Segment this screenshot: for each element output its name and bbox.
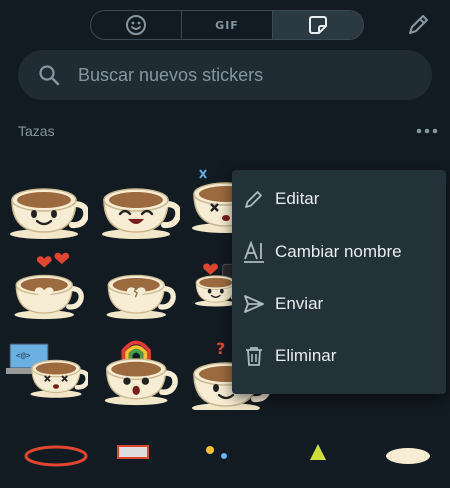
search-input[interactable] [76,63,410,87]
menu-item-label: Eliminar [275,346,337,365]
more-options-icon[interactable] [412,120,442,142]
sticker-partial-2[interactable] [108,418,192,488]
menu-item-delete[interactable]: Eliminar [232,330,446,382]
sticker-search-bar[interactable] [18,50,432,100]
sticker-partial-5[interactable] [370,418,450,488]
sticker-partial-4[interactable] [280,418,364,488]
svg-text:<@>: <@> [16,351,31,360]
tab-gif[interactable]: GIF [182,11,273,39]
pencil-icon [245,191,262,208]
menu-item-label: Enviar [275,294,324,313]
sticker-cup-heart-latte[interactable] [4,250,88,320]
tab-stickers[interactable] [273,11,363,39]
gif-label: GIF [215,18,239,32]
menu-item-edit[interactable]: Editar [232,173,446,225]
media-type-tabs: GIF [90,10,364,40]
rename-icon [244,240,264,263]
sticker-cup-laptop[interactable]: <@> [4,340,88,410]
menu-item-send[interactable]: Enviar [232,278,446,330]
sticker-partial-3[interactable] [190,418,274,488]
sticker-icon [309,16,327,34]
sticker-cup-laugh[interactable] [96,170,180,240]
sticker-cup-broken-heart[interactable] [96,250,180,320]
sticker-partial-1[interactable] [16,418,100,488]
sticker-cup-smile[interactable] [4,170,88,240]
menu-item-label: Cambiar nombre [275,242,402,261]
sticker-pack-title: Tazas [18,123,55,139]
emoji-icon [126,15,146,35]
sticker-context-menu: Editar Cambiar nombre Enviar Eliminar [232,170,446,394]
search-icon [39,65,60,86]
sticker-cup-rainbow[interactable] [96,336,180,406]
tab-emoji[interactable] [91,11,182,39]
edit-pencil-icon[interactable] [405,12,431,38]
trash-icon [246,347,262,366]
menu-item-label: Editar [275,189,320,208]
menu-item-rename[interactable]: Cambiar nombre [232,226,446,278]
svg-text:?: ? [216,340,225,358]
send-icon [244,295,264,313]
